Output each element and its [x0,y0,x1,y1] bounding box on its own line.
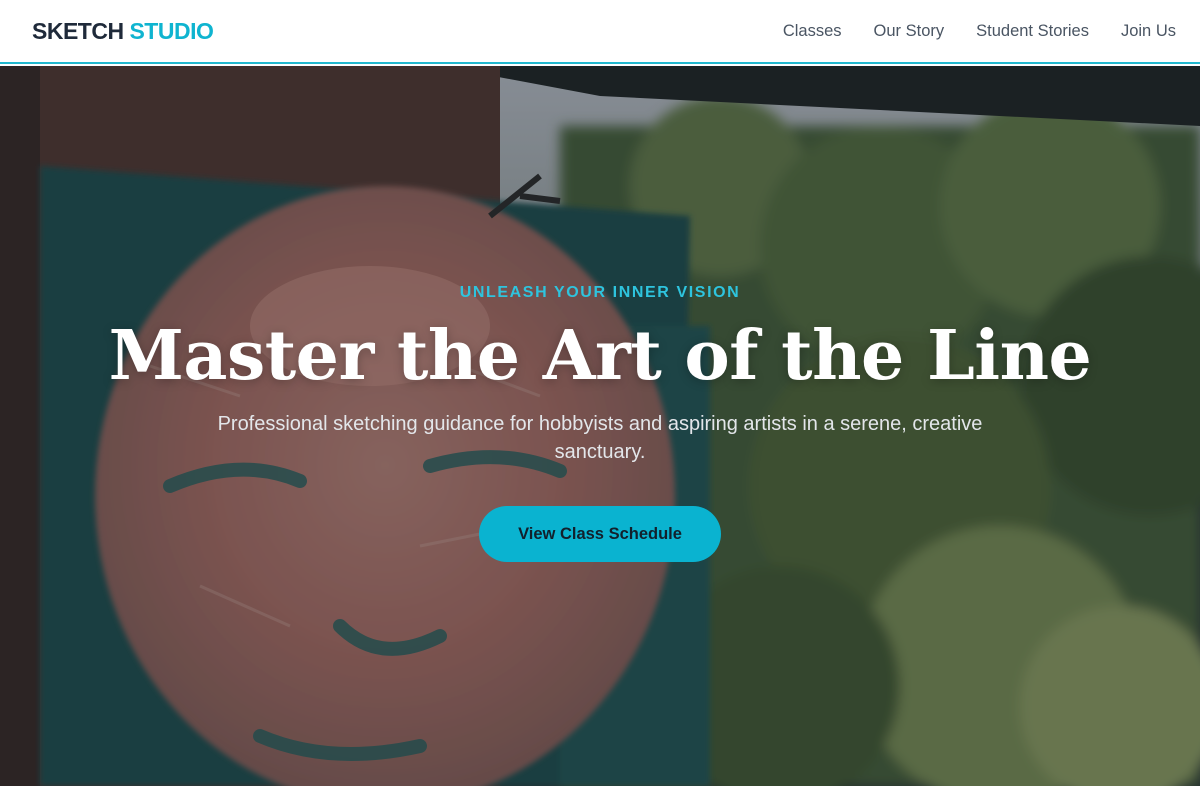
logo-primary: SKETCH [32,17,124,44]
hero-section: UNLEASH YOUR INNER VISION Master the Art… [0,66,1200,786]
hero-eyebrow: UNLEASH YOUR INNER VISION [459,284,741,301]
nav-link-join-us[interactable]: Join Us [1121,22,1176,41]
nav-link-our-story[interactable]: Our Story [874,22,945,41]
hero-title: Master the Art of the Line [108,316,1092,396]
page-bottom-strip [0,786,1200,800]
hero-subtitle: Professional sketching guidance for hobb… [217,413,983,464]
nav-link-classes[interactable]: Classes [783,22,842,41]
logo[interactable]: SKETCH STUDIO [32,17,214,45]
nav-link-student-stories[interactable]: Student Stories [976,22,1089,41]
logo-accent: STUDIO [129,17,214,44]
hero-content: UNLEASH YOUR INNER VISION Master the Art… [0,66,1200,786]
site-header: SKETCH STUDIO Classes Our Story Student … [0,0,1200,64]
view-class-schedule-button[interactable]: View Class Schedule [479,506,721,563]
main-nav: Classes Our Story Student Stories Join U… [783,22,1176,41]
